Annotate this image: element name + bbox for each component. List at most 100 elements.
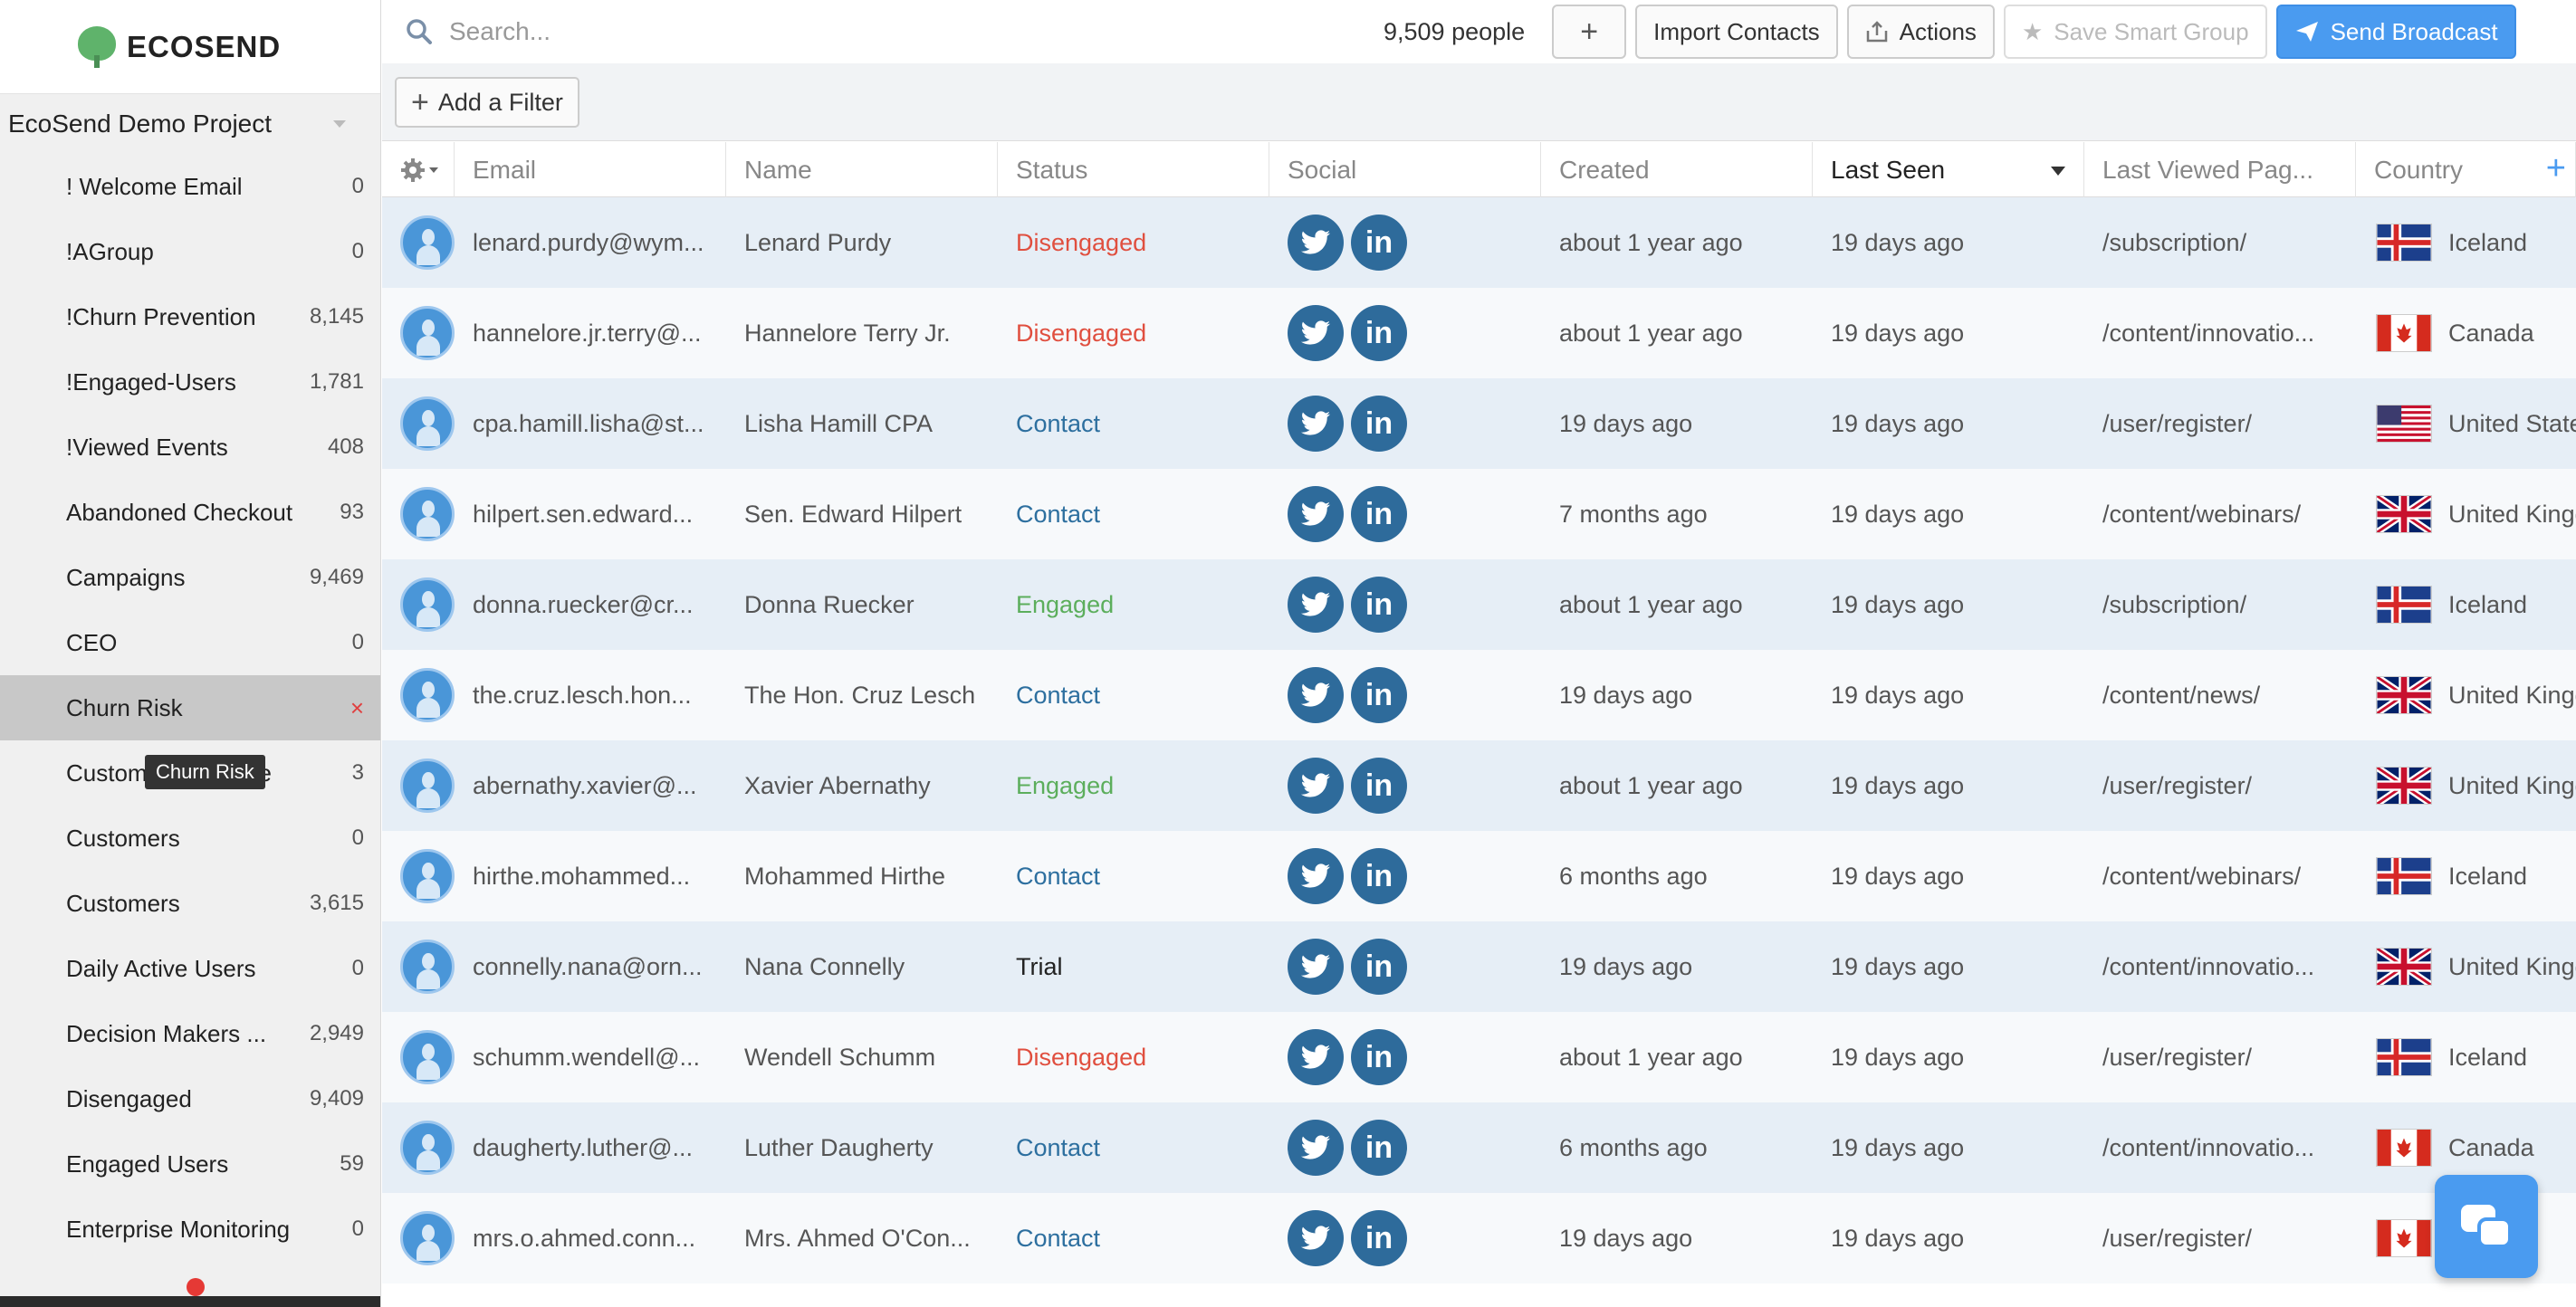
- search-input[interactable]: [449, 17, 1173, 46]
- table-row[interactable]: connelly.nana@orn... Nana Connelly Trial in…: [382, 921, 2576, 1012]
- table-row[interactable]: hirthe.mohammed... Mohammed Hirthe Contact…: [382, 831, 2576, 921]
- linkedin-icon[interactable]: in: [1351, 667, 1407, 723]
- table-row[interactable]: schumm.wendell@... Wendell Schumm Disengag…: [382, 1012, 2576, 1102]
- avatar[interactable]: [400, 668, 455, 722]
- brand-logo[interactable]: ECOSEND: [0, 0, 380, 94]
- status-cell: Contact: [1016, 409, 1101, 437]
- twitter-icon[interactable]: [1288, 1120, 1344, 1176]
- twitter-icon[interactable]: [1288, 396, 1344, 452]
- table-row[interactable]: lenard.purdy@wym... Lenard Purdy Disengage…: [382, 197, 2576, 288]
- column-header[interactable]: Created: [1541, 142, 1813, 197]
- save-smart-group-button[interactable]: ★ Save Smart Group: [2003, 5, 2267, 59]
- add-filter-button[interactable]: + Add a Filter: [395, 77, 579, 128]
- avatar[interactable]: [400, 1121, 455, 1175]
- sidebar-item[interactable]: Campaigns 9,469: [0, 545, 380, 610]
- column-header[interactable]: Status: [998, 142, 1269, 197]
- avatar[interactable]: [400, 1211, 455, 1265]
- twitter-icon[interactable]: [1288, 1029, 1344, 1085]
- column-header[interactable]: Name: [726, 142, 998, 197]
- twitter-icon[interactable]: [1288, 758, 1344, 814]
- column-header[interactable]: Country +: [2356, 142, 2576, 197]
- sidebar-item[interactable]: Decision Makers ... 2,949: [0, 1001, 380, 1066]
- linkedin-icon[interactable]: in: [1351, 848, 1407, 904]
- last-seen-cell: 19 days ago: [1831, 1133, 1965, 1161]
- linkedin-icon[interactable]: in: [1351, 305, 1407, 361]
- sidebar-item-label: Decision Makers ...: [66, 1019, 267, 1047]
- avatar[interactable]: [400, 396, 455, 451]
- twitter-icon[interactable]: [1288, 486, 1344, 542]
- twitter-icon[interactable]: [1288, 1210, 1344, 1266]
- linkedin-icon[interactable]: in: [1351, 939, 1407, 995]
- linkedin-icon[interactable]: in: [1351, 1210, 1407, 1266]
- add-contact-button[interactable]: +: [1552, 5, 1627, 59]
- sidebar-item[interactable]: !Viewed Events 408: [0, 415, 380, 480]
- sidebar-item[interactable]: ! Welcome Email 0: [0, 154, 380, 219]
- paper-plane-icon: [2295, 22, 2318, 42]
- table-row[interactable]: the.cruz.lesch.hon... The Hon. Cruz Lesch…: [382, 650, 2576, 740]
- table-row[interactable]: mrs.o.ahmed.conn... Mrs. Ahmed O'Con... Co…: [382, 1193, 2576, 1283]
- avatar[interactable]: [400, 1030, 455, 1084]
- linkedin-icon[interactable]: in: [1351, 215, 1407, 271]
- sidebar-item[interactable]: Engaged Users 59: [0, 1131, 380, 1197]
- sidebar-item[interactable]: Enterprise Monitoring 0: [0, 1197, 380, 1262]
- table-row[interactable]: hilpert.sen.edward... Sen. Edward Hilpert…: [382, 469, 2576, 559]
- twitter-icon[interactable]: [1288, 939, 1344, 995]
- avatar[interactable]: [400, 215, 455, 270]
- linkedin-icon[interactable]: in: [1351, 396, 1407, 452]
- table-row[interactable]: daugherty.luther@... Luther Daugherty Cont…: [382, 1102, 2576, 1193]
- twitter-icon[interactable]: [1288, 305, 1344, 361]
- notification-dot-icon[interactable]: [187, 1278, 205, 1296]
- avatar[interactable]: [400, 577, 455, 632]
- sidebar-item-label: !Viewed Events: [66, 433, 228, 461]
- table-row[interactable]: hannelore.jr.terry@... Hannelore Terry Jr…: [382, 288, 2576, 378]
- sidebar-item[interactable]: Daily Active Users 0: [0, 936, 380, 1001]
- chat-widget-button[interactable]: [2435, 1175, 2538, 1278]
- twitter-icon[interactable]: [1288, 667, 1344, 723]
- sidebar-item[interactable]: !Engaged-Users 1,781: [0, 349, 380, 415]
- name-cell: Luther Daugherty: [744, 1133, 934, 1161]
- avatar[interactable]: [400, 306, 455, 360]
- name-cell: Sen. Edward Hilpert: [744, 500, 962, 528]
- linkedin-icon[interactable]: in: [1351, 758, 1407, 814]
- sidebar-item[interactable]: Customers 0: [0, 806, 380, 871]
- column-settings-button[interactable]: [382, 142, 455, 197]
- sidebar-item[interactable]: Customers 3,615: [0, 871, 380, 936]
- column-header[interactable]: Last Viewed Pag...: [2084, 142, 2356, 197]
- remove-icon[interactable]: ×: [350, 694, 364, 722]
- import-contacts-button[interactable]: Import Contacts: [1635, 5, 1838, 59]
- sidebar-item[interactable]: Abandoned Checkout 93: [0, 480, 380, 545]
- linkedin-icon[interactable]: in: [1351, 1120, 1407, 1176]
- twitter-icon[interactable]: [1288, 215, 1344, 271]
- sidebar-item[interactable]: !Churn Prevention 8,145: [0, 284, 380, 349]
- add-column-icon[interactable]: +: [2546, 149, 2566, 188]
- linkedin-icon[interactable]: in: [1351, 577, 1407, 633]
- avatar[interactable]: [400, 487, 455, 541]
- avatar[interactable]: [400, 758, 455, 813]
- twitter-icon[interactable]: [1288, 848, 1344, 904]
- status-cell: Contact: [1016, 681, 1101, 709]
- avatar[interactable]: [400, 849, 455, 903]
- twitter-icon[interactable]: [1288, 577, 1344, 633]
- sidebar-item[interactable]: Churn Risk ×: [0, 675, 380, 740]
- linkedin-icon[interactable]: in: [1351, 486, 1407, 542]
- sidebar-item[interactable]: !AGroup 0: [0, 219, 380, 284]
- status-cell: Disengaged: [1016, 228, 1147, 256]
- email-cell: cpa.hamill.lisha@st...: [473, 409, 704, 437]
- table-row[interactable]: abernathy.xavier@... Xavier Abernathy Enga…: [382, 740, 2576, 831]
- column-header[interactable]: Social: [1269, 142, 1541, 197]
- created-cell: 19 days ago: [1559, 1224, 1693, 1252]
- actions-button[interactable]: Actions: [1846, 5, 1995, 59]
- linkedin-icon[interactable]: in: [1351, 1029, 1407, 1085]
- table-row[interactable]: donna.ruecker@cr... Donna Ruecker Engaged i…: [382, 559, 2576, 650]
- sidebar-item[interactable]: Disengaged 9,409: [0, 1066, 380, 1131]
- sidebar-item[interactable]: CEO 0: [0, 610, 380, 675]
- column-header[interactable]: Email: [455, 142, 726, 197]
- search-box[interactable]: [406, 17, 1311, 46]
- table-row[interactable]: cpa.hamill.lisha@st... Lisha Hamill CPA Co…: [382, 378, 2576, 469]
- project-selector[interactable]: EcoSend Demo Project: [0, 94, 380, 154]
- avatar[interactable]: [400, 940, 455, 994]
- country-cell: United Kingdom: [2356, 469, 2576, 559]
- add-filter-label: Add a Filter: [437, 88, 563, 116]
- column-header[interactable]: Last Seen: [1813, 142, 2084, 197]
- send-broadcast-button[interactable]: Send Broadcast: [2275, 5, 2516, 59]
